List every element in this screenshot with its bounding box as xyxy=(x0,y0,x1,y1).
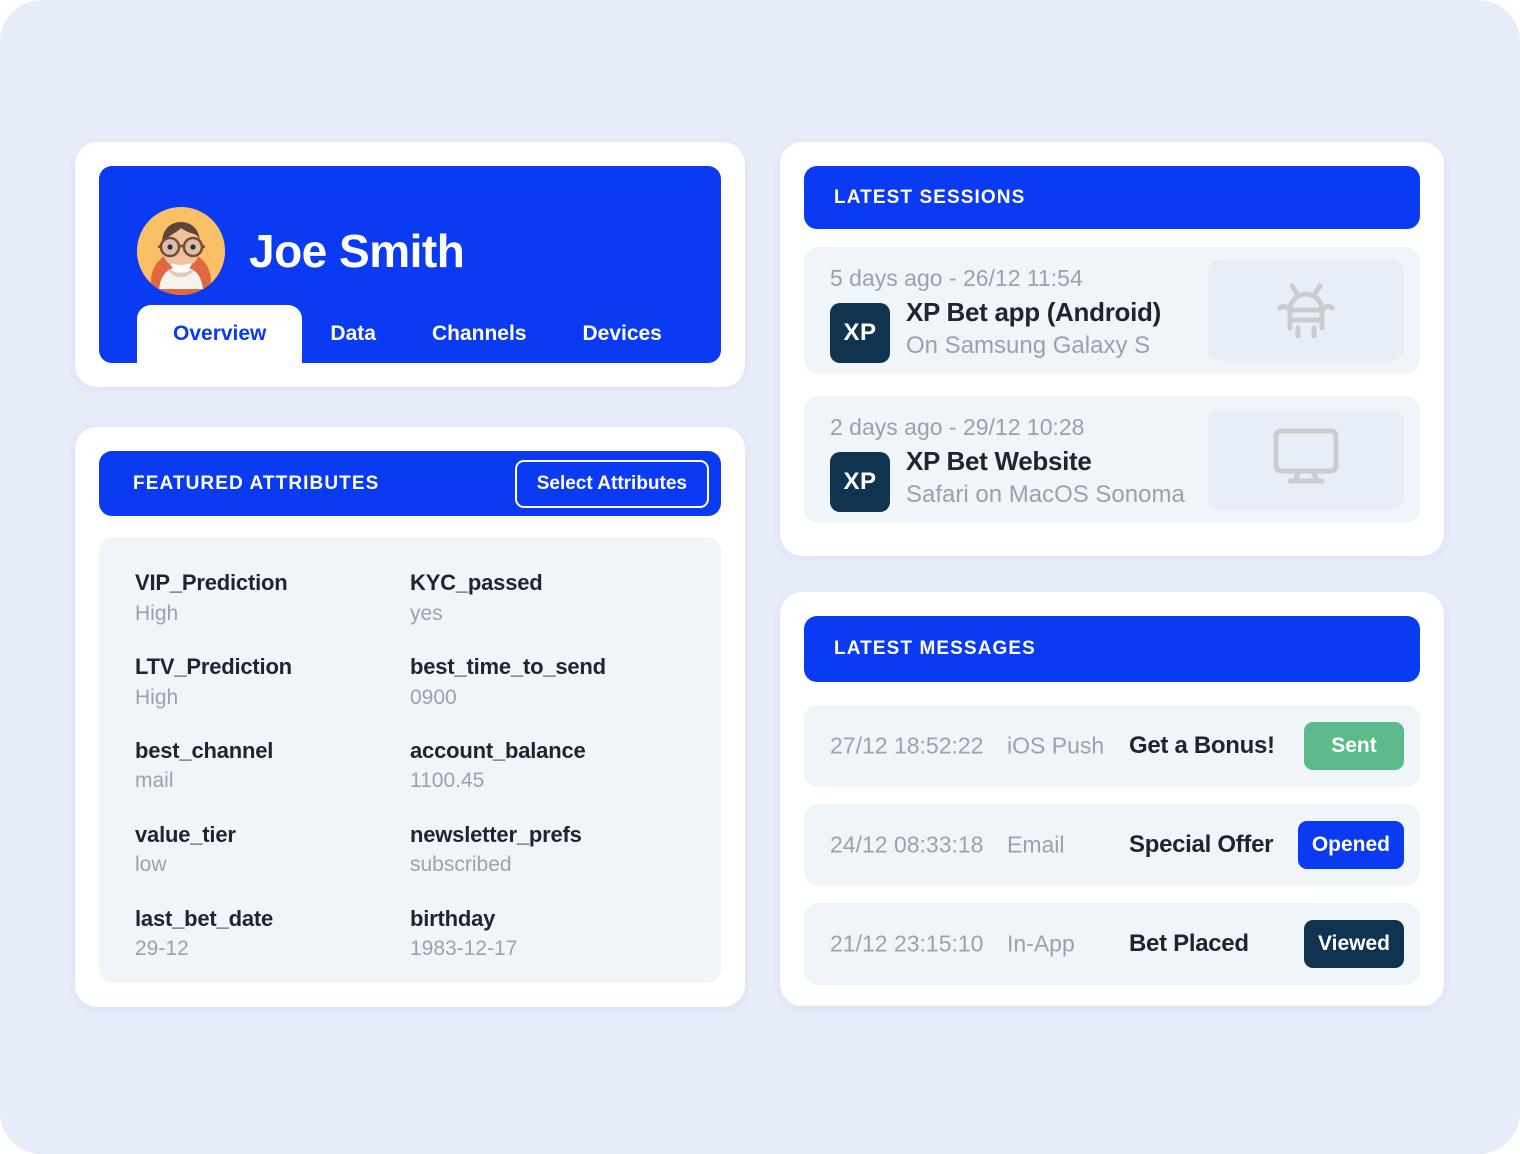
tab-devices[interactable]: Devices xyxy=(554,305,689,363)
status-badge[interactable]: Opened xyxy=(1297,821,1404,869)
message-timestamp: 21/12 23:15:10 xyxy=(830,930,984,957)
attribute-item: LTV_Prediction High xyxy=(135,653,410,737)
latest-messages-card: LATEST MESSAGES 27/12 18:52:22 iOS Push … xyxy=(780,592,1444,1006)
profile-header: Joe Smith Overview Data Channels Devices xyxy=(99,166,721,363)
attribute-item: account_balance 1100.45 xyxy=(410,737,685,821)
attribute-item: newsletter_prefs subscribed xyxy=(410,821,685,905)
message-channel: iOS Push xyxy=(1007,732,1105,759)
message-timestamp: 27/12 18:52:22 xyxy=(830,732,984,759)
session-timestamp: 2 days ago - 29/12 10:28 xyxy=(830,414,1085,440)
attribute-item: best_time_to_send 0900 xyxy=(410,653,685,737)
attribute-value: 0900 xyxy=(410,685,457,709)
status-badge[interactable]: Sent xyxy=(1304,722,1404,770)
latest-sessions-title: LATEST SESSIONS xyxy=(834,186,1026,208)
avatar xyxy=(137,207,225,295)
attribute-item: KYC_passed yes xyxy=(410,569,685,653)
session-platform-icon-box xyxy=(1208,260,1404,361)
xp-logo-icon: XP xyxy=(830,452,890,512)
attribute-item: value_tier low xyxy=(135,821,410,905)
attribute-value: High xyxy=(135,601,179,625)
session-row[interactable]: 5 days ago - 26/12 11:54 XP XP Bet app (… xyxy=(804,247,1420,374)
attribute-value: 1983-12-17 xyxy=(410,937,518,961)
featured-attributes-card: FEATURED ATTRIBUTES Select Attributes VI… xyxy=(75,427,745,1007)
attribute-key: newsletter_prefs xyxy=(410,821,582,847)
profile-name: Joe Smith xyxy=(249,225,465,277)
attribute-key: last_bet_date xyxy=(135,905,274,931)
attribute-item: VIP_Prediction High xyxy=(135,569,410,653)
attribute-key: KYC_passed xyxy=(410,570,543,595)
attribute-key: birthday xyxy=(410,905,496,931)
session-row[interactable]: 2 days ago - 29/12 10:28 XP XP Bet Websi… xyxy=(804,396,1420,523)
message-channel: In-App xyxy=(1007,930,1075,957)
profile-tabs: Overview Data Channels Devices xyxy=(137,305,690,363)
latest-messages-header: LATEST MESSAGES xyxy=(804,616,1420,682)
app-background: Joe Smith Overview Data Channels Devices… xyxy=(0,0,1520,1154)
attribute-value: low xyxy=(135,853,167,877)
attribute-value: High xyxy=(135,685,179,709)
message-row[interactable]: 21/12 23:15:10 In-App Bet Placed Viewed xyxy=(804,903,1420,985)
attribute-key: value_tier xyxy=(135,821,236,847)
attribute-key: account_balance xyxy=(410,737,586,763)
session-platform-icon-box xyxy=(1208,409,1404,510)
featured-attributes-title: FEATURED ATTRIBUTES xyxy=(133,472,380,494)
message-row[interactable]: 24/12 08:33:18 Email Special Offer Opene… xyxy=(804,804,1420,886)
latest-sessions-card: LATEST SESSIONS 5 days ago - 26/12 11:54… xyxy=(780,142,1444,556)
attributes-grid: VIP_Prediction High KYC_passed yes LTV_P… xyxy=(99,537,721,983)
attribute-item: last_bet_date 29-12 xyxy=(135,905,410,989)
profile-card: Joe Smith Overview Data Channels Devices xyxy=(75,142,745,387)
message-subject: Special Offer xyxy=(1129,831,1274,858)
desktop-monitor-icon xyxy=(1269,425,1343,494)
tab-overview[interactable]: Overview xyxy=(137,305,303,363)
attribute-key: best_time_to_send xyxy=(410,653,606,679)
session-app-name: XP Bet Website xyxy=(906,446,1092,476)
latest-sessions-header: LATEST SESSIONS xyxy=(804,166,1420,229)
latest-messages-title: LATEST MESSAGES xyxy=(834,638,1036,659)
message-subject: Get a Bonus! xyxy=(1129,732,1275,759)
session-device-name: Safari on MacOS Sonoma xyxy=(906,481,1185,508)
message-row[interactable]: 27/12 18:52:22 iOS Push Get a Bonus! Sen… xyxy=(804,705,1420,787)
select-attributes-button[interactable]: Select Attributes xyxy=(514,459,709,508)
attribute-value: mail xyxy=(135,769,174,793)
attribute-key: VIP_Prediction xyxy=(135,570,288,595)
attribute-value: 29-12 xyxy=(135,937,189,961)
tab-data[interactable]: Data xyxy=(302,305,404,363)
attribute-value: yes xyxy=(410,601,443,625)
message-timestamp: 24/12 08:33:18 xyxy=(830,831,984,858)
message-channel: Email xyxy=(1007,831,1065,858)
xp-logo-icon: XP xyxy=(830,303,890,363)
session-timestamp: 5 days ago - 26/12 11:54 xyxy=(830,265,1083,291)
tab-channels[interactable]: Channels xyxy=(404,305,555,363)
android-icon xyxy=(1272,276,1340,345)
attribute-key: LTV_Prediction xyxy=(135,653,292,679)
attribute-value: subscribed xyxy=(410,853,512,877)
attribute-key: best_channel xyxy=(135,737,274,763)
session-app-name: XP Bet app (Android) xyxy=(906,297,1161,327)
attribute-item: best_channel mail xyxy=(135,737,410,821)
session-device-name: On Samsung Galaxy S xyxy=(906,332,1151,359)
featured-attributes-header: FEATURED ATTRIBUTES Select Attributes xyxy=(99,451,721,516)
status-badge[interactable]: Viewed xyxy=(1304,920,1404,968)
message-subject: Bet Placed xyxy=(1129,930,1249,957)
attribute-value: 1100.45 xyxy=(410,769,485,793)
attribute-item: birthday 1983-12-17 xyxy=(410,905,685,989)
